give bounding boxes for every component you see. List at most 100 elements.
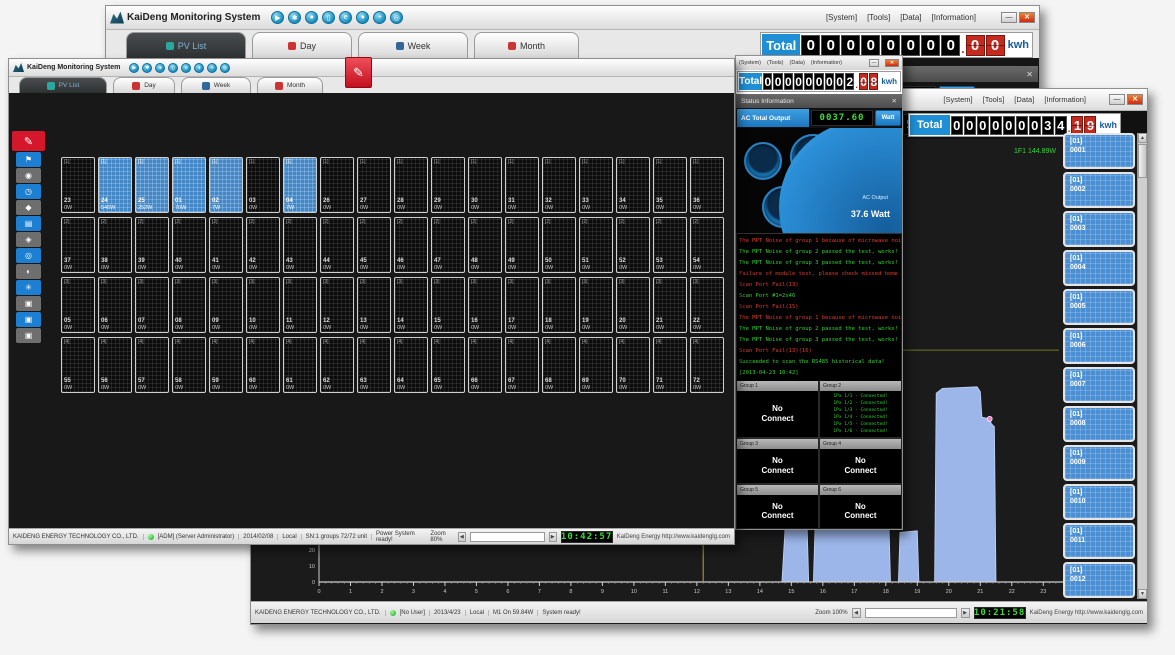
minimize-button[interactable]: —	[1109, 94, 1125, 105]
pv-panel-tile[interactable]: [4]670W	[505, 337, 539, 393]
lock-icon[interactable]: ●	[155, 63, 165, 73]
play-icon[interactable]: ▶	[129, 63, 139, 73]
pv-panel-tile[interactable]: [1]24546W	[98, 157, 132, 213]
sidebar-button-diamond-icon[interactable]: ◆	[16, 200, 41, 215]
minimize-button[interactable]: —	[869, 59, 879, 67]
pv-panel-tile[interactable]: [4]640W	[394, 337, 428, 393]
pin-icon[interactable]: ♦	[194, 63, 204, 73]
inverter-tile[interactable]: [01]0012	[1063, 562, 1135, 598]
pv-panel-tile[interactable]: [3]070W	[135, 277, 169, 333]
tab-pvlist[interactable]: PV List	[126, 32, 246, 58]
pv-panel-tile[interactable]: [4]620W	[320, 337, 354, 393]
status-information-header[interactable]: Status Information ✕	[736, 94, 902, 108]
pv-panel-tile[interactable]: [3]220W	[690, 277, 724, 333]
pv-panel-tile[interactable]: [2]540W	[690, 217, 724, 273]
pv-panel-tile[interactable]: [3]050W	[61, 277, 95, 333]
sidebar-button-report-icon[interactable]: ▤	[16, 216, 41, 231]
scroll-up-icon[interactable]: ▲	[1138, 133, 1147, 143]
pv-panel-tile[interactable]: [2]370W	[61, 217, 95, 273]
pv-panel-tile[interactable]: [4]580W	[172, 337, 206, 393]
inverter-tile[interactable]: [01]0006	[1063, 328, 1135, 364]
menu-information[interactable]: [Information]	[932, 13, 976, 22]
scrollbar-thumb[interactable]	[1138, 144, 1147, 178]
play-icon[interactable]: ▶	[271, 11, 284, 24]
pv-panel-tile[interactable]: [3]200W	[616, 277, 650, 333]
inverter-tile[interactable]: [01]0008	[1063, 406, 1135, 442]
zoom-slider[interactable]	[470, 532, 545, 542]
pv-panel-tile[interactable]: [1]047W	[283, 157, 317, 213]
inverter-tile[interactable]: [01]0010	[1063, 484, 1135, 520]
sidebar-button-globe-clock-icon[interactable]: ◎	[16, 248, 41, 263]
pv-panel-tile[interactable]: [4]550W	[61, 337, 95, 393]
pv-panel-tile[interactable]: [4]610W	[283, 337, 317, 393]
pv-panel-tile[interactable]: [4]590W	[209, 337, 243, 393]
lock-icon[interactable]: ●	[305, 11, 318, 24]
pv-panel-tile[interactable]: [1]270W	[357, 157, 391, 213]
pv-panel-tile[interactable]: [1]0170W	[172, 157, 206, 213]
inverter-tile[interactable]: [01]0001	[1063, 133, 1135, 169]
pv-panel-tile[interactable]: [3]190W	[579, 277, 613, 333]
scroll-down-icon[interactable]: ▼	[1138, 589, 1147, 599]
pv-panel-tile[interactable]: [2]500W	[542, 217, 576, 273]
book-icon[interactable]: ▯	[168, 63, 178, 73]
pv-panel-tile[interactable]: [3]120W	[320, 277, 354, 333]
globe-icon[interactable]: ◎	[220, 63, 230, 73]
pv-panel-tile[interactable]: [2]480W	[468, 217, 502, 273]
menu-data[interactable]: [Data]	[1014, 95, 1034, 104]
pv-panel-tile[interactable]: [4]710W	[653, 337, 687, 393]
book-icon[interactable]: ▯	[322, 11, 335, 24]
menu-system[interactable]: [System]	[943, 95, 972, 104]
close-button[interactable]: ✕	[1127, 94, 1143, 105]
close-panel-icon[interactable]: ✕	[892, 97, 897, 105]
sidebar-button-camera-icon[interactable]: ▣	[16, 296, 41, 311]
pv-panel-tile[interactable]: [4]570W	[135, 337, 169, 393]
pv-panel-tile[interactable]: [1]280W	[394, 157, 428, 213]
menu-system[interactable]: [System]	[826, 13, 857, 22]
floating-annotate-button[interactable]: ✎	[345, 57, 372, 88]
pv-panel-tile[interactable]: [3]180W	[542, 277, 576, 333]
pv-panel-tile[interactable]: [2]400W	[172, 217, 206, 273]
inverter-tile[interactable]: [01]0009	[1063, 445, 1135, 481]
pv-panel-tile[interactable]: [1]25252W	[135, 157, 169, 213]
tab-week[interactable]: Week	[358, 32, 468, 58]
pv-panel-tile[interactable]: [1]320W	[542, 157, 576, 213]
pv-panel-tile[interactable]: [1]260W	[320, 157, 354, 213]
menu-information[interactable]: [Information]	[1044, 95, 1086, 104]
sidebar-button-info-icon[interactable]: ◉	[16, 168, 41, 183]
pv-panel-tile[interactable]: [4]660W	[468, 337, 502, 393]
pv-panel-tile[interactable]: [2]510W	[579, 217, 613, 273]
pv-panel-tile[interactable]: [2]470W	[431, 217, 465, 273]
zoom-left-icon[interactable]: ◀	[458, 532, 466, 542]
sidebar-button-annotate-pencil-icon[interactable]: ✎	[12, 131, 45, 151]
pv-panel-tile[interactable]: [3]110W	[283, 277, 317, 333]
pv-panel-tile[interactable]: [3]060W	[98, 277, 132, 333]
sidebar-button-shield-icon[interactable]: ◈	[16, 232, 41, 247]
pv-panel-tile[interactable]: [3]140W	[394, 277, 428, 333]
pv-panel-tile[interactable]: [2]450W	[357, 217, 391, 273]
inverter-tile[interactable]: [01]0005	[1063, 289, 1135, 325]
close-button[interactable]: ✕	[885, 59, 899, 67]
menu-data[interactable]: (Data)	[790, 60, 805, 66]
close-panel-icon[interactable]: ✕	[1026, 70, 1033, 79]
pv-panel-tile[interactable]: [2]530W	[653, 217, 687, 273]
pv-panel-tile[interactable]: [1]030W	[246, 157, 280, 213]
settings-icon[interactable]: ✱	[288, 11, 301, 24]
pv-panel-tile[interactable]: [3]080W	[172, 277, 206, 333]
pin-icon[interactable]: ♦	[356, 11, 369, 24]
pv-panel-tile[interactable]: [3]100W	[246, 277, 280, 333]
tab-month[interactable]: Month	[257, 77, 323, 93]
pv-panel-tile[interactable]: [4]560W	[98, 337, 132, 393]
tab-day[interactable]: Day	[113, 77, 175, 93]
pv-panel-tile[interactable]: [1]340W	[616, 157, 650, 213]
browser-icon[interactable]: e	[181, 63, 191, 73]
tab-week[interactable]: Week	[181, 77, 251, 93]
inverter-tile[interactable]: [01]0007	[1063, 367, 1135, 403]
zoom-left-icon[interactable]: ◀	[852, 608, 861, 618]
sidebar-button-flag-icon[interactable]: ⚑	[16, 152, 41, 167]
pv-panel-tile[interactable]: [3]090W	[209, 277, 243, 333]
pv-panel-tile[interactable]: [4]680W	[542, 337, 576, 393]
pv-panel-tile[interactable]: [3]150W	[431, 277, 465, 333]
tab-day[interactable]: Day	[252, 32, 352, 58]
pv-panel-tile[interactable]: [2]460W	[394, 217, 428, 273]
pv-panel-tile[interactable]: [4]700W	[616, 337, 650, 393]
